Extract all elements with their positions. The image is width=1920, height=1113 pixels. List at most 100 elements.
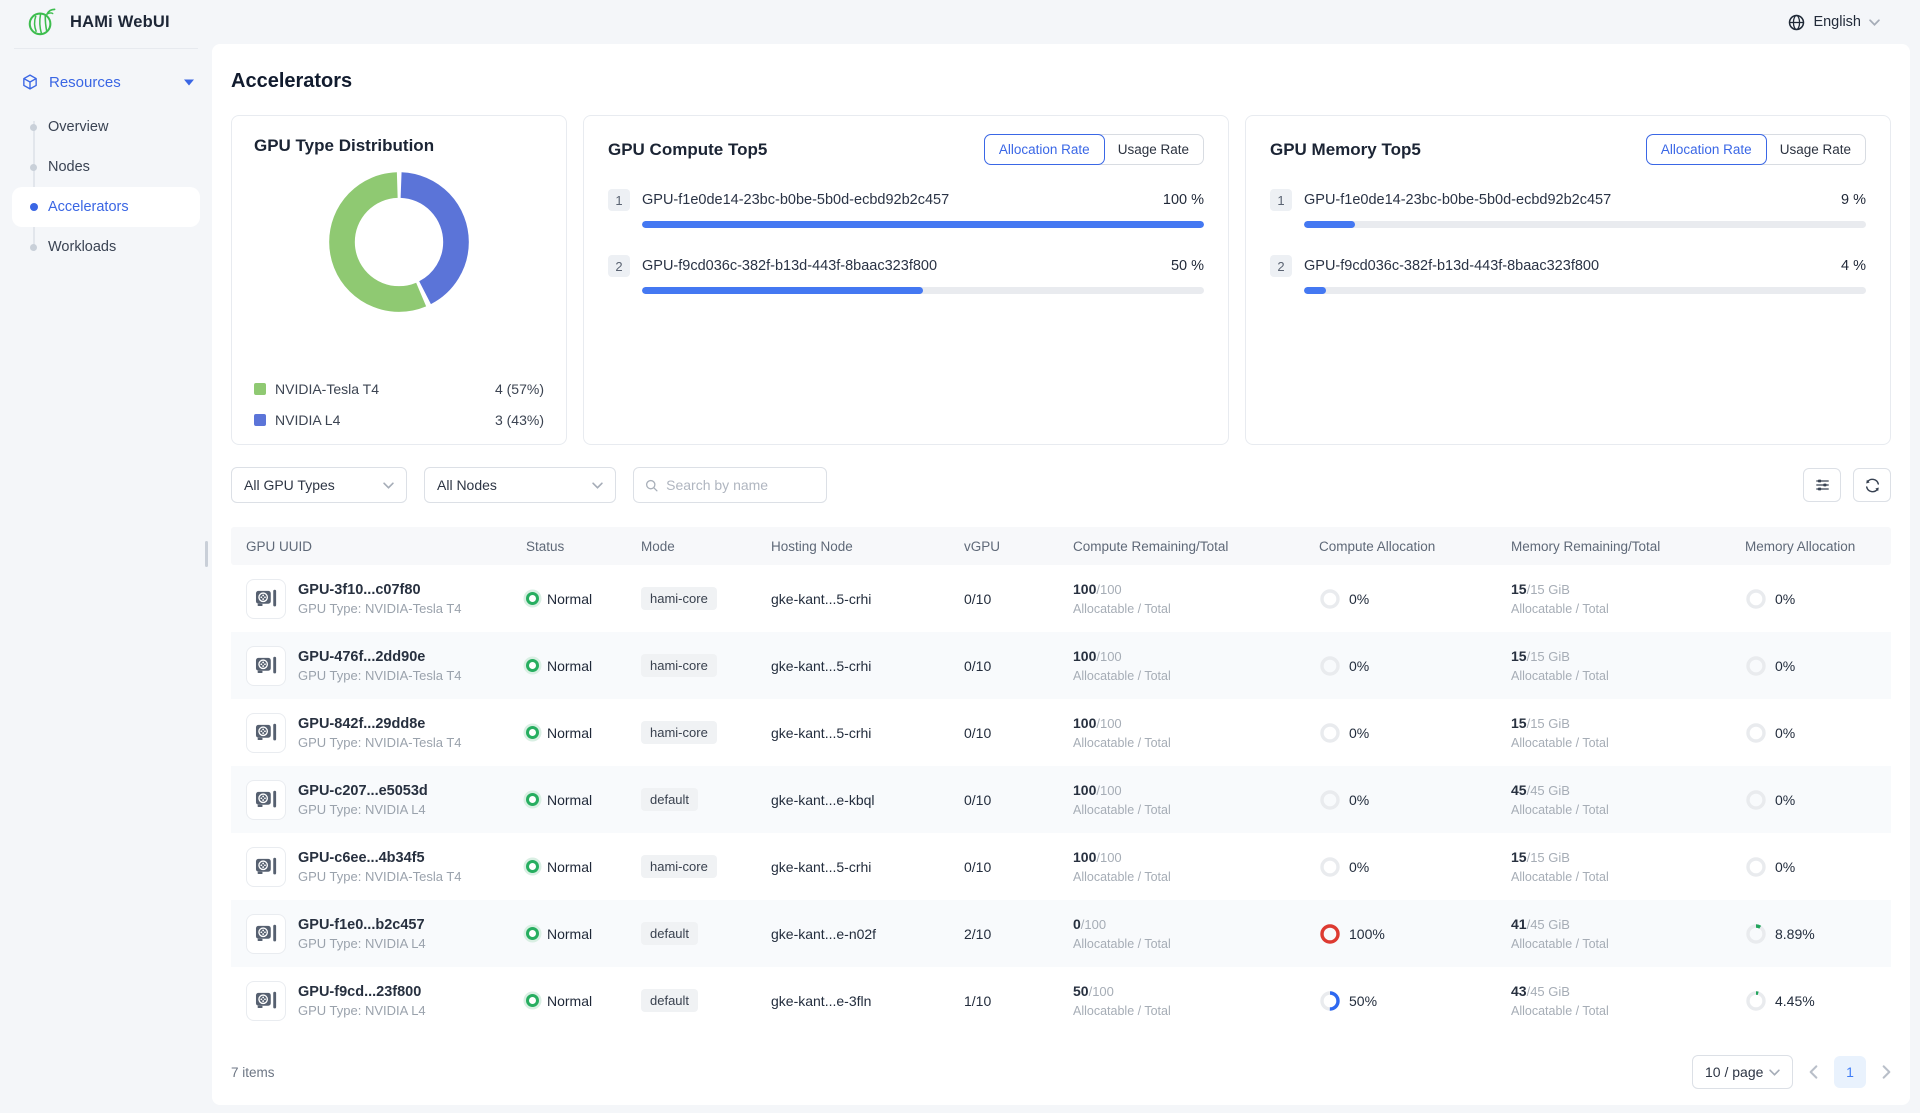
gpu-type: GPU Type: NVIDIA L4: [298, 802, 428, 817]
compute-allocation-ring: [1319, 990, 1341, 1012]
gpu-icon-box: [246, 646, 286, 686]
top5-item: 2 GPU-f9cd036c-382f-b13d-443f-8baac323f8…: [608, 255, 1204, 294]
status-normal-icon: [526, 659, 539, 672]
previous-page-button[interactable]: [1809, 1065, 1818, 1079]
hosting-node-cell: gke-kant...5-crhi: [771, 725, 964, 741]
gpu-uuid-cell: GPU-c207...e5053d GPU Type: NVIDIA L4: [246, 780, 526, 820]
status-normal-icon: [526, 860, 539, 873]
legend-row: NVIDIA L4 3 (43%): [254, 412, 544, 428]
table-row[interactable]: GPU-c207...e5053d GPU Type: NVIDIA L4 No…: [231, 766, 1891, 833]
usage-rate-tab[interactable]: Usage Rate: [1766, 135, 1865, 164]
refresh-button[interactable]: [1853, 468, 1891, 502]
page-number[interactable]: 1: [1834, 1056, 1866, 1088]
vgpu-cell: 2/10: [964, 926, 1073, 942]
gpu-uuid-text: GPU-f9cd...23f800 GPU Type: NVIDIA L4: [298, 984, 426, 1018]
gpu-uuid[interactable]: GPU-f9cd...23f800: [298, 984, 426, 1000]
gpu-compute-top5-card: GPU Compute Top5 Allocation Rate Usage R…: [583, 115, 1229, 445]
gpu-uuid[interactable]: GPU-476f...2dd90e: [298, 649, 462, 665]
mode-cell: default: [641, 922, 771, 945]
status-normal-icon: [526, 994, 539, 1007]
mode-cell: hami-core: [641, 721, 771, 744]
hosting-node-cell: gke-kant...5-crhi: [771, 859, 964, 875]
table-row[interactable]: GPU-f9cd...23f800 GPU Type: NVIDIA L4 No…: [231, 967, 1891, 1034]
compute-allocation-label: 50%: [1349, 993, 1377, 1009]
gpu-uuid-text: GPU-842f...29dd8e GPU Type: NVIDIA-Tesla…: [298, 716, 462, 750]
compute-allocation-ring: [1319, 856, 1341, 878]
allocation-rate-tab[interactable]: Allocation Rate: [984, 134, 1105, 165]
gpu-uuid[interactable]: GPU-842f...29dd8e: [298, 716, 462, 732]
mode-cell: hami-core: [641, 587, 771, 610]
compute-allocation-label: 0%: [1349, 859, 1369, 875]
table-row[interactable]: GPU-842f...29dd8e GPU Type: NVIDIA-Tesla…: [231, 699, 1891, 766]
gpu-uuid-text: GPU-c207...e5053d GPU Type: NVIDIA L4: [298, 783, 428, 817]
sidebar-item-overview[interactable]: Overview: [0, 107, 212, 147]
page-size-select[interactable]: 10 / page: [1692, 1055, 1793, 1089]
status-normal-icon: [526, 927, 539, 940]
compute-caption: Allocatable / Total: [1073, 669, 1319, 683]
status-normal-icon: [526, 726, 539, 739]
hosting-node-cell: gke-kant...5-crhi: [771, 591, 964, 607]
memory-remaining: 15: [1511, 849, 1527, 865]
compute-remaining-cell: 100/100 Allocatable / Total: [1073, 648, 1319, 683]
progress-track: [1304, 287, 1866, 294]
memory-allocation-label: 0%: [1775, 591, 1795, 607]
memory-remaining-cell: 15/15 GiB Allocatable / Total: [1511, 581, 1745, 616]
memory-total: /15 GiB: [1527, 582, 1570, 597]
language-selector[interactable]: English: [1788, 14, 1880, 31]
column-settings-button[interactable]: [1803, 468, 1841, 502]
gpu-type-select[interactable]: All GPU Types: [231, 467, 407, 503]
compute-total: /100: [1096, 582, 1121, 597]
next-page-button[interactable]: [1882, 1065, 1891, 1079]
rank-badge: 1: [608, 189, 630, 211]
screen: HAMi WebUI English Resources: [0, 0, 1920, 1113]
memory-total: /45 GiB: [1527, 917, 1570, 932]
gpu-uuid[interactable]: GPU-f1e0...b2c457: [298, 917, 426, 933]
table-row[interactable]: GPU-3f10...c07f80 GPU Type: NVIDIA-Tesla…: [231, 565, 1891, 632]
memory-caption: Allocatable / Total: [1511, 669, 1745, 683]
caret-down-icon: [184, 79, 194, 86]
memory-remaining-cell: 41/45 GiB Allocatable / Total: [1511, 916, 1745, 951]
compute-total: /100: [1096, 716, 1121, 731]
compute-total: /100: [1096, 783, 1121, 798]
gpu-uuid[interactable]: GPU-c6ee...4b34f5: [298, 850, 462, 866]
sidebar-divider: [14, 48, 198, 49]
progress-fill: [1304, 287, 1326, 294]
compute-remaining: 100: [1073, 849, 1096, 865]
vgpu-cell: 0/10: [964, 591, 1073, 607]
usage-rate-tab[interactable]: Usage Rate: [1104, 135, 1203, 164]
gpu-uuid[interactable]: GPU-3f10...c07f80: [298, 582, 462, 598]
node-select[interactable]: All Nodes: [424, 467, 616, 503]
memory-caption: Allocatable / Total: [1511, 937, 1745, 951]
memory-remaining-cell: 45/45 GiB Allocatable / Total: [1511, 782, 1745, 817]
search-input[interactable]: [666, 477, 815, 493]
sidebar-section-resources[interactable]: Resources: [0, 63, 212, 101]
gpu-uuid[interactable]: GPU-c207...e5053d: [298, 783, 428, 799]
sidebar-item-accelerators[interactable]: Accelerators: [12, 187, 200, 227]
status-cell: Normal: [526, 658, 641, 674]
scrollbar-thumb[interactable]: [205, 541, 208, 567]
col-vgpu: vGPU: [964, 539, 1073, 554]
table-row[interactable]: GPU-476f...2dd90e GPU Type: NVIDIA-Tesla…: [231, 632, 1891, 699]
mode-badge: hami-core: [641, 654, 717, 677]
memory-allocation-label: 4.45%: [1775, 993, 1815, 1009]
sidebar-item-label: Overview: [48, 119, 108, 135]
table-row[interactable]: GPU-c6ee...4b34f5 GPU Type: NVIDIA-Tesla…: [231, 833, 1891, 900]
memory-remaining-cell: 43/45 GiB Allocatable / Total: [1511, 983, 1745, 1018]
progress-fill: [642, 221, 1204, 228]
memory-allocation-cell: 0%: [1745, 655, 1891, 677]
gpu-uuid-text: GPU-c6ee...4b34f5 GPU Type: NVIDIA-Tesla…: [298, 850, 462, 884]
compute-allocation-cell: 0%: [1319, 722, 1511, 744]
memory-allocation-ring: [1745, 789, 1767, 811]
allocation-rate-tab[interactable]: Allocation Rate: [1646, 134, 1767, 165]
memory-caption: Allocatable / Total: [1511, 1004, 1745, 1018]
memory-allocation-label: 0%: [1775, 725, 1795, 741]
sidebar-item-workloads[interactable]: Workloads: [0, 227, 212, 267]
gpu-type: GPU Type: NVIDIA-Tesla T4: [298, 601, 462, 616]
top5-item: 1 GPU-f1e0de14-23bc-b0be-5b0d-ecbd92b2c4…: [1270, 189, 1866, 228]
compute-remaining: 0: [1073, 916, 1081, 932]
compute-remaining: 100: [1073, 715, 1096, 731]
table-row[interactable]: GPU-f1e0...b2c457 GPU Type: NVIDIA L4 No…: [231, 900, 1891, 967]
col-mode: Mode: [641, 539, 771, 554]
status-cell: Normal: [526, 926, 641, 942]
sidebar-item-nodes[interactable]: Nodes: [0, 147, 212, 187]
